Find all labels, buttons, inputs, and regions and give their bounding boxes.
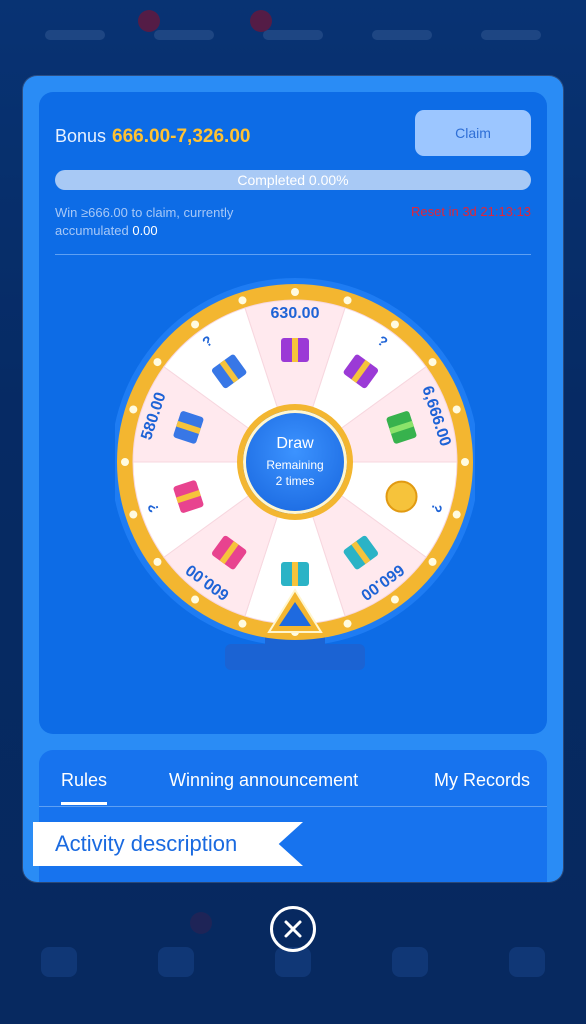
claim-hint: Win ≥666.00 to claim, currently accumula…	[55, 204, 305, 240]
rim-bulb	[191, 320, 200, 329]
rim-bulb	[343, 296, 352, 305]
close-button[interactable]	[270, 906, 316, 952]
close-icon	[284, 920, 302, 938]
draw-remaining-count: 2 times	[275, 474, 315, 488]
rim-bulb	[153, 358, 162, 367]
wheel-panel: Bonus 666.00-7,326.00 Claim Completed 0.…	[39, 92, 547, 734]
draw-remaining: Remaining 2 times	[266, 457, 323, 489]
rim-bulb	[129, 405, 138, 414]
activity-description-heading: Activity description	[33, 822, 303, 866]
gift-ribbon	[292, 338, 298, 362]
tabs-divider	[39, 806, 547, 807]
bonus-value: 666.00-7,326.00	[112, 126, 251, 147]
rim-bulb	[452, 510, 461, 519]
bonus-row: Bonus 666.00-7,326.00	[55, 126, 250, 148]
rim-bulb	[452, 405, 461, 414]
rim-bulb	[343, 619, 352, 628]
reset-countdown: Reset in 3d 21:13:13	[411, 204, 531, 219]
tab-rules[interactable]: Rules	[61, 770, 108, 805]
draw-button[interactable]: Draw Remaining 2 times	[237, 404, 353, 520]
rim-bulb	[390, 595, 399, 604]
emoji-coin-icon	[385, 480, 418, 513]
info-section: Rules Winning announcement My Records Ac…	[33, 750, 547, 882]
accumulated-amount: 0.00	[132, 223, 158, 238]
tab-my-records[interactable]: My Records	[434, 770, 547, 791]
prize-wheel: 630.00? 6,666.00? 660.00 600.00? 580.00? Dra…	[115, 272, 475, 712]
wheel-segment-label: 630.00	[271, 305, 320, 322]
progress-bar: Completed 0.00%	[55, 170, 531, 190]
rim-bulb	[291, 288, 299, 296]
rim-bulb	[461, 458, 469, 466]
tab-bar: Rules Winning announcement My Records	[39, 764, 547, 808]
rim-bulb	[238, 296, 247, 305]
rim-bulb	[153, 557, 162, 566]
gift-ribbon	[292, 562, 298, 586]
draw-remaining-label: Remaining	[266, 458, 324, 472]
rim-bulb	[191, 595, 200, 604]
divider	[55, 254, 531, 255]
rim-bulb	[428, 557, 437, 566]
rim-bulb	[238, 619, 247, 628]
rim-bulb	[121, 458, 129, 466]
rim-bulb	[428, 358, 437, 367]
lucky-wheel-modal: Bonus 666.00-7,326.00 Claim Completed 0.…	[23, 76, 563, 882]
progress-text: Completed 0.00%	[237, 172, 349, 188]
tab-winning-announcement[interactable]: Winning announcement	[169, 770, 358, 791]
draw-title: Draw	[276, 435, 314, 452]
bonus-label: Bonus	[55, 126, 107, 146]
claim-button[interactable]: Claim	[415, 110, 531, 156]
rim-bulb	[129, 510, 138, 519]
rim-bulb	[390, 320, 399, 329]
